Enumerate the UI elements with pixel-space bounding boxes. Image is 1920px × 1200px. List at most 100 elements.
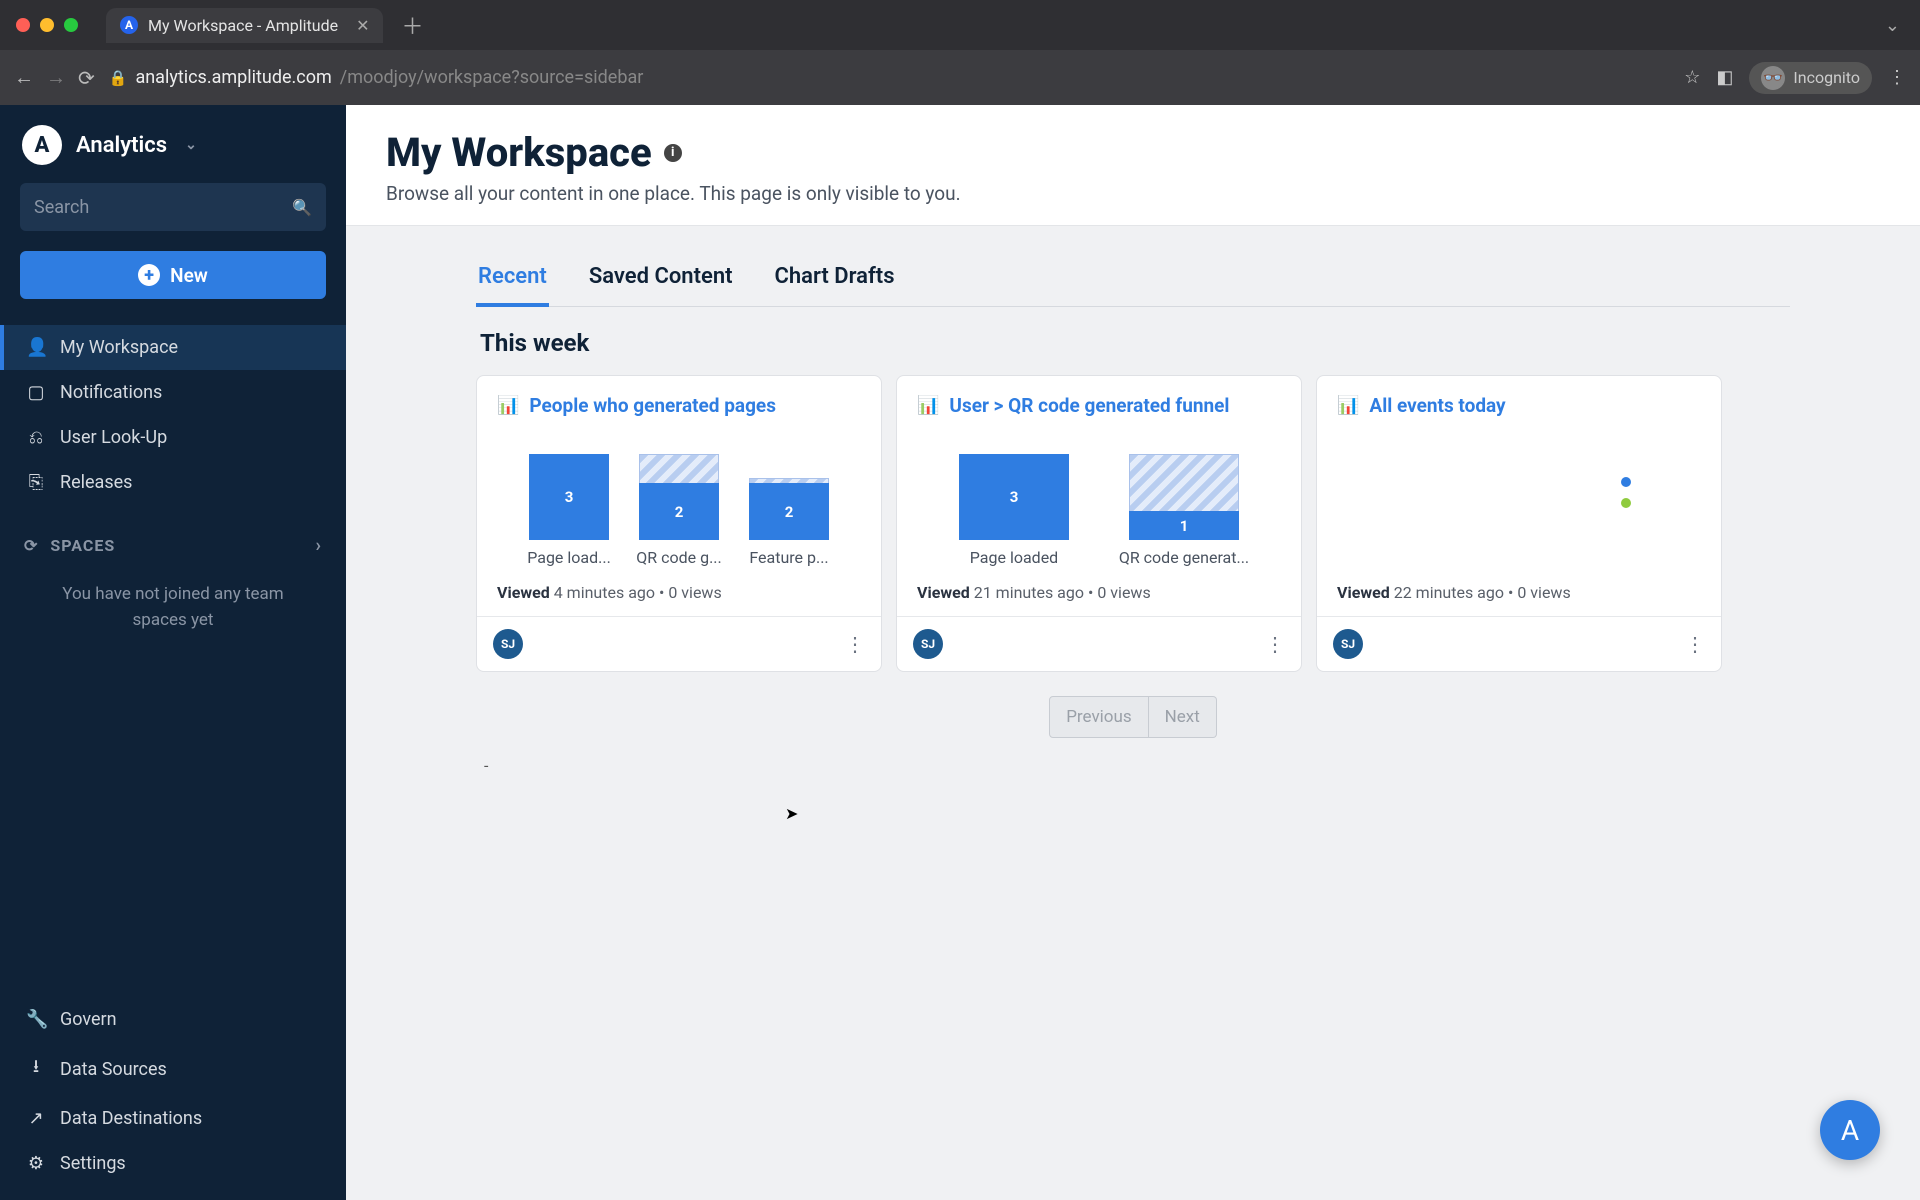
- card-title: 📊 User > QR code generated funnel: [917, 394, 1281, 417]
- avatar[interactable]: SJ: [913, 629, 943, 659]
- more-icon[interactable]: ⋮: [845, 632, 865, 656]
- spaces-empty-text: You have not joined any team spaces yet: [0, 566, 346, 649]
- page-title: My Workspace i: [386, 129, 1880, 176]
- spaces-header[interactable]: ⟳ SPACES ›: [0, 505, 346, 566]
- tab-bar: A My Workspace - Amplitude ✕ ＋ ⌄: [0, 0, 1920, 50]
- tab-drafts[interactable]: Chart Drafts: [773, 250, 897, 306]
- sidebar-item-notifications[interactable]: ▢ Notifications: [0, 370, 346, 415]
- next-button[interactable]: Next: [1149, 696, 1217, 738]
- more-icon[interactable]: ⋮: [1265, 632, 1285, 656]
- browser-tab[interactable]: A My Workspace - Amplitude ✕: [106, 8, 383, 43]
- close-window-icon[interactable]: [16, 18, 30, 32]
- brand[interactable]: A Analytics ⌄: [0, 105, 346, 183]
- panel-icon[interactable]: ◧: [1716, 67, 1733, 88]
- card-title: 📊 All events today: [1337, 394, 1701, 417]
- browser-chrome: A My Workspace - Amplitude ✕ ＋ ⌄ ← → ⟳ 🔒…: [0, 0, 1920, 105]
- bar-value: 1: [1129, 511, 1239, 540]
- sidebar-item-releases[interactable]: ⎘ Releases: [0, 460, 346, 505]
- tab-recent[interactable]: Recent: [476, 250, 549, 307]
- brand-logo-icon: A: [22, 125, 62, 165]
- address-bar: ← → ⟳ 🔒 analytics.amplitude.com/moodjoy/…: [0, 50, 1920, 105]
- chart-card[interactable]: 📊 People who generated pages 3 Page load…: [476, 375, 882, 672]
- refresh-icon: ⟳: [24, 536, 38, 555]
- sidebar-item-settings[interactable]: ⚙ Settings: [0, 1141, 346, 1186]
- bar-label: QR code generat...: [1119, 548, 1249, 567]
- new-tab-button[interactable]: ＋: [401, 9, 423, 41]
- content-area: Recent Saved Content Chart Drafts This w…: [346, 226, 1920, 815]
- window-traffic-lights[interactable]: [16, 18, 78, 32]
- bar-label: Page loaded: [970, 548, 1058, 567]
- new-button[interactable]: + New: [20, 251, 326, 299]
- menu-icon[interactable]: ⋮: [1888, 67, 1906, 88]
- bar-value: 2: [749, 483, 829, 540]
- page-title-text: My Workspace: [386, 129, 652, 176]
- previous-button[interactable]: Previous: [1049, 696, 1148, 738]
- viewed-label: Viewed: [917, 583, 970, 602]
- nav-label: Settings: [60, 1153, 126, 1174]
- tabs-overflow-icon[interactable]: ⌄: [1885, 15, 1900, 36]
- data-point: [1621, 477, 1631, 487]
- cards-row: 📊 People who generated pages 3 Page load…: [476, 375, 1790, 672]
- main-content: My Workspace i Browse all your content i…: [346, 105, 1920, 1200]
- viewed-time: 21 minutes ago: [974, 583, 1084, 602]
- viewed-label: Viewed: [497, 583, 550, 602]
- funnel-chart: 3 Page load... 2 QR code g... 2 Feature …: [497, 435, 861, 567]
- more-icon[interactable]: ⋮: [1685, 632, 1705, 656]
- lock-icon: 🔒: [109, 69, 128, 87]
- url-path: /moodjoy/workspace?source=sidebar: [340, 67, 644, 88]
- close-tab-icon[interactable]: ✕: [356, 16, 369, 35]
- spaces-label: SPACES: [50, 536, 115, 555]
- card-footer: SJ ⋮: [1317, 616, 1721, 671]
- nav-label: Data Sources: [60, 1059, 167, 1080]
- person-icon: 👤: [26, 337, 46, 358]
- chart-card[interactable]: 📊 User > QR code generated funnel 3 Page…: [896, 375, 1302, 672]
- sidebar-item-destinations[interactable]: ↗ Data Destinations: [0, 1096, 346, 1141]
- sidebar-item-userlookup[interactable]: ⎌ User Look-Up: [0, 415, 346, 460]
- url-field[interactable]: 🔒 analytics.amplitude.com/moodjoy/worksp…: [109, 67, 1670, 88]
- chart-icon: 📊: [1337, 395, 1359, 416]
- back-button[interactable]: ←: [14, 65, 34, 90]
- wrench-icon: 🔧: [26, 1009, 46, 1030]
- sidebar-item-workspace[interactable]: 👤 My Workspace: [0, 325, 346, 370]
- sidebar: A Analytics ⌄ 🔍 + New 👤 My Workspace ▢ N…: [0, 105, 346, 1200]
- url-domain: analytics.amplitude.com: [135, 67, 331, 88]
- bell-icon: ▢: [26, 382, 46, 403]
- avatar[interactable]: SJ: [1333, 629, 1363, 659]
- bar-label: Feature p...: [749, 548, 828, 567]
- nav-label: My Workspace: [60, 337, 178, 358]
- help-fab[interactable]: A: [1820, 1100, 1880, 1160]
- card-meta: Viewed 4 minutes ago • 0 views: [497, 583, 861, 602]
- incognito-badge[interactable]: 👓 Incognito: [1749, 62, 1872, 94]
- nav-label: User Look-Up: [60, 427, 167, 448]
- search-box[interactable]: 🔍: [20, 183, 326, 231]
- tab-saved[interactable]: Saved Content: [587, 250, 735, 306]
- forward-button[interactable]: →: [46, 65, 66, 90]
- card-meta: Viewed 21 minutes ago • 0 views: [917, 583, 1281, 602]
- bookmark-icon[interactable]: ☆: [1684, 67, 1700, 88]
- minimize-window-icon[interactable]: [40, 18, 54, 32]
- sidebar-item-govern[interactable]: 🔧 Govern: [0, 997, 346, 1042]
- search-icon[interactable]: 🔍: [292, 198, 312, 217]
- chevron-right-icon: ›: [316, 535, 322, 556]
- maximize-window-icon[interactable]: [64, 18, 78, 32]
- chart-card[interactable]: 📊 All events today Viewed 22 minutes ago…: [1316, 375, 1722, 672]
- reload-button[interactable]: ⟳: [78, 66, 95, 90]
- bar-value: 3: [529, 454, 609, 540]
- nav-label: Notifications: [60, 382, 162, 403]
- bar-label: QR code g...: [636, 548, 721, 567]
- card-meta: Viewed 22 minutes ago • 0 views: [1337, 583, 1701, 602]
- funnel-chart: 3 Page loaded 1 QR code generat...: [917, 435, 1281, 567]
- avatar[interactable]: SJ: [493, 629, 523, 659]
- nav-label: Releases: [60, 472, 132, 493]
- dash-text: -: [484, 756, 1790, 775]
- search-input[interactable]: [34, 197, 282, 218]
- chart-icon: 📊: [917, 395, 939, 416]
- viewed-time: 4 minutes ago: [554, 583, 655, 602]
- card-title-text: People who generated pages: [529, 394, 776, 417]
- app-root: A Analytics ⌄ 🔍 + New 👤 My Workspace ▢ N…: [0, 105, 1920, 1200]
- sidebar-item-sources[interactable]: ⭳ Data Sources: [0, 1042, 346, 1096]
- bar-value: 2: [639, 483, 719, 540]
- info-icon[interactable]: i: [664, 144, 682, 162]
- brand-label: Analytics: [76, 133, 167, 158]
- view-count: 0 views: [668, 583, 721, 602]
